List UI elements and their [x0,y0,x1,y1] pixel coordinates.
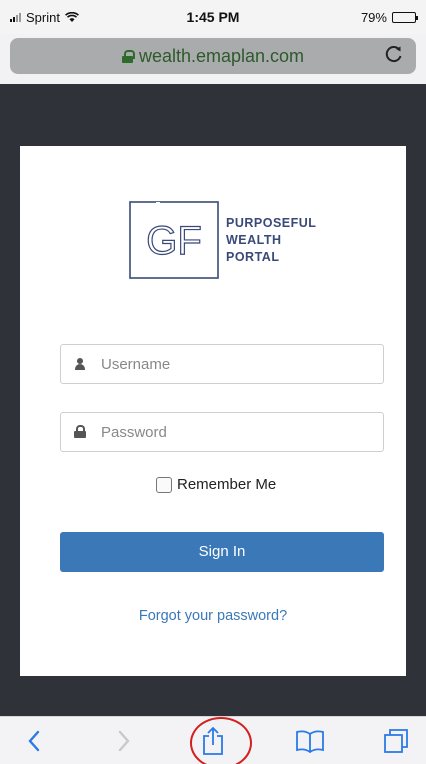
logo-monogram: GF [146,219,202,263]
logo-line-3: PORTAL [226,249,280,264]
tabs-icon[interactable] [380,725,412,757]
clock: 1:45 PM [186,9,240,25]
sign-in-button[interactable]: Sign In [60,532,384,572]
gf-logo-mark: GF [129,201,219,279]
url-display[interactable]: wealth.emaplan.com [121,45,305,67]
share-icon[interactable] [197,725,229,757]
forgot-password-link[interactable]: Forgot your password? [20,608,406,624]
logo-line-2: WEALTH [226,232,282,247]
remember-me[interactable]: Remember Me [156,476,276,493]
status-bar: Sprint 1:45 PM 79% [0,0,426,34]
user-icon [73,357,87,371]
reload-icon[interactable] [382,44,406,68]
lock-icon [121,49,135,63]
carrier-name: Sprint [26,9,60,25]
url-text: wealth.emaplan.com [138,45,305,66]
password-field[interactable] [60,412,384,452]
address-bar[interactable]: wealth.emaplan.com [10,38,416,74]
remember-label: Remember Me [177,476,277,493]
bookmarks-icon[interactable] [294,725,326,757]
logo-line-1: PURPOSEFUL [226,215,317,230]
battery-icon [391,11,418,23]
remember-checkbox[interactable] [156,476,172,493]
password-input[interactable] [101,423,361,441]
logo: GF PURPOSEFUL WEALTH PORTAL [128,200,318,280]
username-field[interactable] [60,344,384,384]
logo-text: PURPOSEFUL WEALTH PORTAL [226,215,316,266]
wifi-icon [65,11,79,22]
signal-icon [10,12,21,22]
status-right: 79% [296,9,418,25]
username-input[interactable] [101,355,361,373]
battery-percent: 79% [360,9,387,25]
forward-icon[interactable] [108,725,140,757]
padlock-icon [73,425,87,439]
browser-toolbar [0,716,426,764]
status-left: Sprint [10,10,130,25]
login-card: GF PURPOSEFUL WEALTH PORTAL Remember Me … [20,146,406,676]
back-icon[interactable] [18,725,50,757]
